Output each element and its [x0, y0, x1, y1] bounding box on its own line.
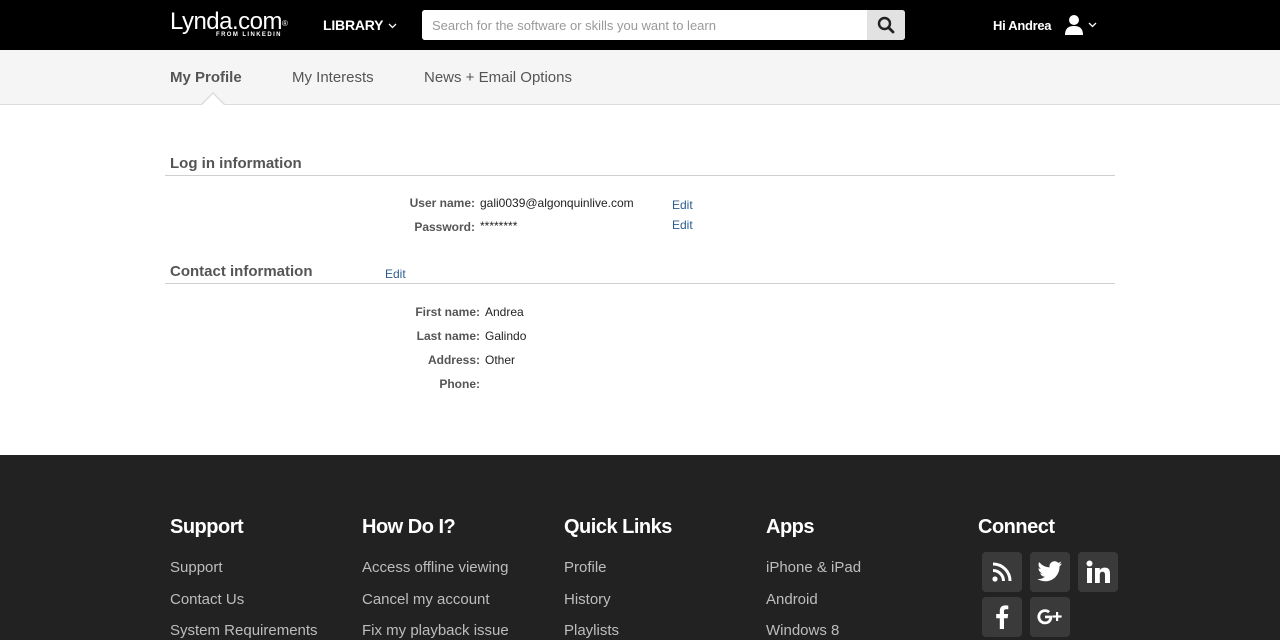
top-header: Lynda.com® FROM LINKEDIN LIBRARY Hi Andr… [0, 0, 1280, 50]
tab-news-email-options[interactable]: News + Email Options [424, 69, 572, 86]
footer-title-support: Support [170, 516, 244, 538]
address-value: Other [485, 353, 516, 367]
footer-link-offline-viewing[interactable]: Access offline viewing [362, 559, 508, 576]
contact-section-title: Contact information [170, 263, 313, 280]
twitter-icon [1037, 561, 1062, 582]
google-plus-button[interactable] [1030, 597, 1070, 637]
footer-link-android[interactable]: Android [766, 591, 818, 608]
footer-link-profile[interactable]: Profile [564, 559, 607, 576]
username-label: User name: [409, 196, 475, 210]
footer-title-how-do-i: How Do I? [362, 516, 456, 538]
user-icon [1065, 15, 1083, 35]
footer-title-apps: Apps [766, 516, 815, 538]
logo-subtitle: FROM LINKEDIN [216, 32, 282, 38]
search-input[interactable] [422, 10, 867, 40]
first-name-label: First name: [415, 305, 480, 319]
facebook-icon [996, 605, 1009, 629]
rss-button[interactable] [982, 552, 1022, 592]
first-name-value: Andrea [485, 305, 524, 319]
library-menu-button[interactable]: LIBRARY [323, 17, 397, 33]
linkedin-button[interactable] [1078, 552, 1118, 592]
footer-link-playlists[interactable]: Playlists [564, 622, 619, 639]
search-icon [877, 16, 895, 34]
footer-link-system-requirements[interactable]: System Requirements [170, 622, 318, 639]
footer-title-quick-links: Quick Links [564, 516, 672, 538]
edit-contact-link[interactable]: Edit [385, 267, 406, 281]
profile-subnav: My Profile My Interests News + Email Opt… [0, 50, 1280, 105]
phone-label: Phone: [439, 377, 480, 391]
login-section-divider [165, 175, 1115, 176]
edit-password-link[interactable]: Edit [672, 218, 693, 232]
tab-my-profile[interactable]: My Profile [170, 69, 242, 86]
search-bar [422, 10, 905, 40]
site-footer: Support Support Contact Us System Requir… [0, 455, 1280, 640]
linkedin-icon [1086, 560, 1110, 583]
facebook-button[interactable] [982, 597, 1022, 637]
search-button[interactable] [867, 10, 905, 40]
login-section-title: Log in information [170, 155, 302, 172]
password-label: Password: [414, 220, 475, 234]
footer-link-iphone-ipad[interactable]: iPhone & iPad [766, 559, 861, 576]
last-name-value: Galindo [485, 329, 527, 343]
rss-icon [992, 562, 1012, 582]
footer-link-contact-us[interactable]: Contact Us [170, 591, 244, 608]
edit-username-link[interactable]: Edit [672, 198, 693, 212]
twitter-button[interactable] [1030, 552, 1070, 592]
footer-link-windows-8[interactable]: Windows 8 [766, 622, 839, 639]
footer-link-fix-playback[interactable]: Fix my playback issue [362, 622, 509, 639]
footer-link-cancel-account[interactable]: Cancel my account [362, 591, 490, 608]
library-label: LIBRARY [323, 17, 384, 33]
footer-title-connect: Connect [978, 516, 1055, 538]
logo-text: Lynda.com [170, 8, 283, 35]
password-value: ******** [480, 219, 518, 233]
last-name-label: Last name: [416, 329, 480, 343]
chevron-down-icon [388, 23, 397, 28]
chevron-down-icon [1088, 22, 1097, 28]
lynda-logo[interactable]: Lynda.com® FROM LINKEDIN [170, 8, 288, 39]
google-plus-icon [1037, 609, 1062, 625]
user-greeting: Hi Andrea [993, 18, 1052, 33]
tab-my-interests[interactable]: My Interests [292, 69, 374, 86]
footer-link-history[interactable]: History [564, 591, 611, 608]
footer-link-support[interactable]: Support [170, 559, 223, 576]
active-tab-pointer-fill [202, 94, 224, 105]
user-menu-button[interactable] [1064, 14, 1097, 36]
address-label: Address: [427, 353, 480, 367]
registered-mark: ® [282, 19, 288, 28]
username-value: gali0039@algonquinlive.com [480, 196, 634, 210]
contact-section-divider [165, 283, 1115, 284]
